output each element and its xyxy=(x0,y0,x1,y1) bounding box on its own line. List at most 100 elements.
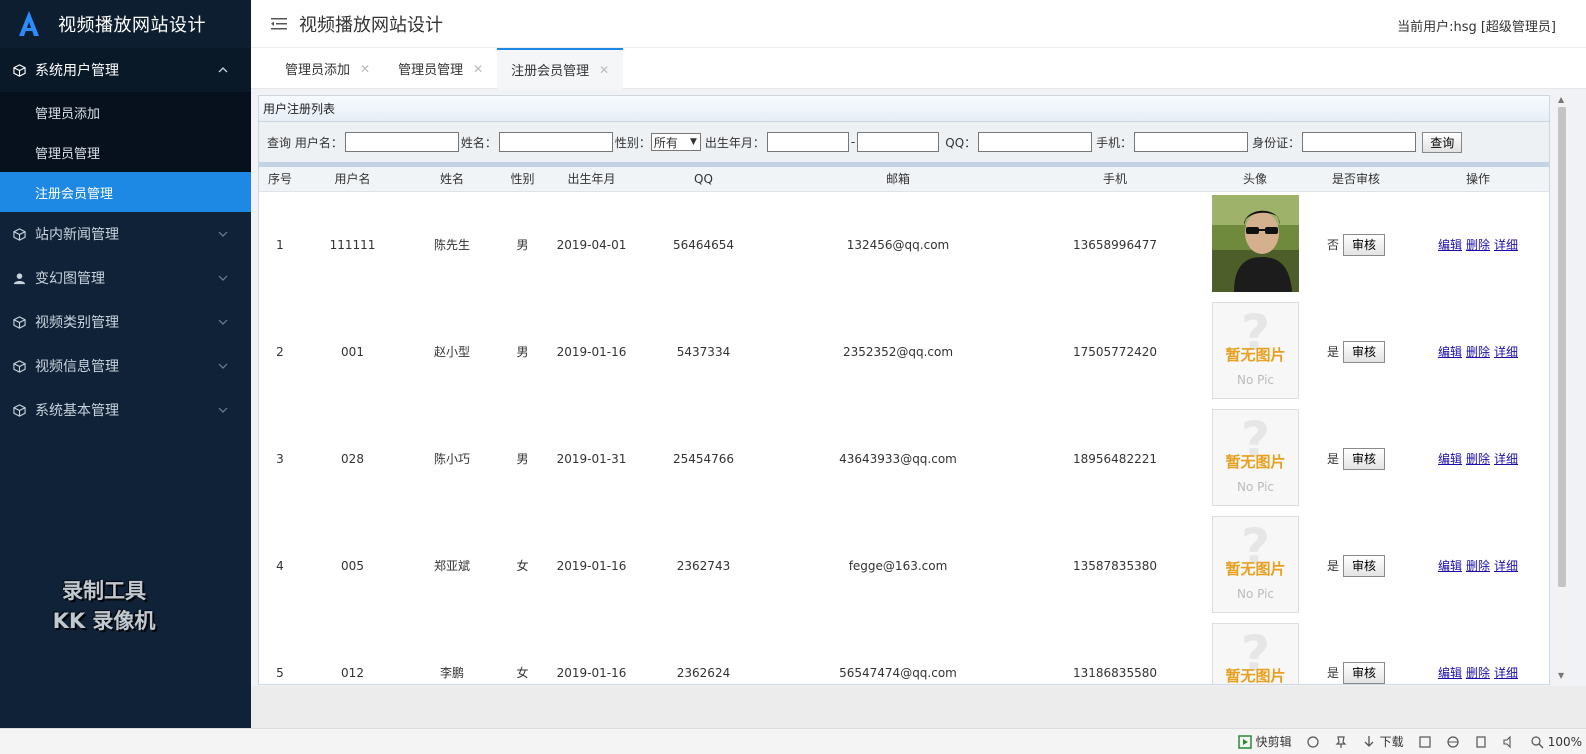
column-header: 操作 xyxy=(1405,167,1549,192)
cube-icon xyxy=(12,315,26,329)
clip-tool[interactable]: 快剪辑 xyxy=(1237,733,1292,750)
idcard-input[interactable] xyxy=(1302,132,1417,152)
approve-button[interactable]: 审核 xyxy=(1343,340,1386,363)
tab-1[interactable]: 管理员管理 ✕ xyxy=(384,48,497,89)
bookmark-icon[interactable] xyxy=(1418,735,1432,749)
approve-button[interactable]: 审核 xyxy=(1343,661,1386,684)
close-icon[interactable]: ✕ xyxy=(599,63,609,77)
no-picture-text: 暂无图片 xyxy=(1225,560,1285,578)
detail-link[interactable]: 详细 xyxy=(1494,559,1518,573)
birth-end-input[interactable] xyxy=(857,132,940,152)
name-input[interactable] xyxy=(498,132,613,152)
scroll-up-icon[interactable]: ▲ xyxy=(1558,95,1564,104)
menu-group: 系统用户管理 管理员添加 管理员管理 注册会员管理 xyxy=(0,48,251,212)
cell-phone: 17505772420 xyxy=(1073,344,1157,359)
sidebar: 视频播放网站设计 系统用户管理 管理员添加 管理员管理 注册会员管理 站内新闻管理 变幻图… xyxy=(0,0,251,728)
cell-avatar: ?暂无图片No Pic xyxy=(1203,512,1307,619)
zoom-level: 100% xyxy=(1547,734,1582,749)
no-picture-text: 暂无图片 xyxy=(1225,346,1285,364)
delete-link[interactable]: 删除 xyxy=(1466,666,1490,680)
search-button[interactable]: 查询 xyxy=(1422,131,1463,153)
approve-button[interactable]: 审核 xyxy=(1343,447,1386,470)
scrollbar-thumb[interactable] xyxy=(1558,107,1566,587)
cell-no: 3 xyxy=(276,451,284,466)
delete-link[interactable]: 删除 xyxy=(1466,345,1490,359)
cell-avatar: ?暂无图片No Pic xyxy=(1203,405,1307,512)
chevron-down-icon xyxy=(217,228,229,240)
browser-icon[interactable] xyxy=(1446,735,1460,749)
sidebar-item-0-0[interactable]: 管理员添加 xyxy=(0,92,251,132)
edit-link[interactable]: 编辑 xyxy=(1438,238,1462,252)
sidebar-item-0-2[interactable]: 注册会员管理 xyxy=(0,172,251,212)
table-body: 1 111111 陈先生男 2019-04-01 56464654 132456@qq.c… xyxy=(259,191,1549,685)
cell-gender: 男 xyxy=(516,345,529,359)
chevron-down-icon xyxy=(217,272,229,284)
refresh-icon[interactable] xyxy=(1306,735,1320,749)
detail-link[interactable]: 详细 xyxy=(1494,666,1518,680)
username-label: 用户名： xyxy=(294,135,343,150)
cube-icon xyxy=(12,359,26,373)
download-icon xyxy=(1364,735,1374,747)
zoom-icon xyxy=(1531,735,1544,748)
cell-no: 5 xyxy=(276,665,284,680)
delete-link[interactable]: 删除 xyxy=(1466,238,1490,252)
cell-username: 005 xyxy=(341,558,364,573)
no-picture-subtext: No Pic xyxy=(1236,587,1273,601)
idcard-label: 身份证： xyxy=(1252,135,1301,150)
window-icon[interactable] xyxy=(1474,735,1488,749)
tab-label: 注册会员管理 xyxy=(511,64,590,79)
column-header: 性别 xyxy=(500,167,545,192)
cell-birth: 2019-01-16 xyxy=(556,344,627,359)
sidebar-group-1[interactable]: 站内新闻管理 xyxy=(0,212,251,256)
qq-input[interactable] xyxy=(978,132,1093,152)
gender-select[interactable]: 所有 ▼ xyxy=(650,133,701,151)
pin-icon[interactable] xyxy=(1334,735,1348,749)
sidebar-item-0-1[interactable]: 管理员管理 xyxy=(0,132,251,172)
sidebar-group-3[interactable]: 视频类别管理 xyxy=(0,300,251,344)
edit-link[interactable]: 编辑 xyxy=(1438,452,1462,466)
phone-input[interactable] xyxy=(1134,132,1249,152)
scroll-down-icon[interactable]: ▼ xyxy=(1558,671,1564,680)
no-picture-text: 暂无图片 xyxy=(1225,667,1285,685)
approve-button[interactable]: 审核 xyxy=(1343,233,1386,256)
sidebar-group-2[interactable]: 变幻图管理 xyxy=(0,256,251,300)
cell-actions: 编辑 删除 详细 xyxy=(1405,405,1549,512)
detail-link[interactable]: 详细 xyxy=(1494,452,1518,466)
chevron-down-icon xyxy=(217,316,229,328)
close-icon[interactable]: ✕ xyxy=(473,62,483,76)
menu-group: 系统基本管理 xyxy=(0,388,251,432)
column-header: 姓名 xyxy=(404,167,500,192)
cell-avatar: ?暂无图片No Pic xyxy=(1203,298,1307,405)
close-icon[interactable]: ✕ xyxy=(360,62,370,76)
detail-link[interactable]: 详细 xyxy=(1494,345,1518,359)
menu-toggle-icon[interactable] xyxy=(271,17,287,31)
cell-no: 1 xyxy=(276,237,284,252)
delete-link[interactable]: 删除 xyxy=(1466,559,1490,573)
tab-0[interactable]: 管理员添加 ✕ xyxy=(271,48,384,89)
header-title: 视频播放网站设计 xyxy=(299,14,443,36)
sidebar-group-4[interactable]: 视频信息管理 xyxy=(0,344,251,388)
sidebar-group-0[interactable]: 系统用户管理 xyxy=(0,48,251,92)
download-tool[interactable]: 下载 xyxy=(1362,733,1404,750)
username-input[interactable] xyxy=(344,132,459,152)
sidebar-group-5[interactable]: 系统基本管理 xyxy=(0,388,251,432)
table-header: 序号 用户名 姓名 性别 出生年月 QQ 邮箱 手机 头像 是否审核 操作 xyxy=(259,167,1549,192)
gender-label: 性别： xyxy=(614,135,651,150)
vertical-scrollbar[interactable]: ▲ ▼ xyxy=(1556,95,1568,685)
delete-link[interactable]: 删除 xyxy=(1466,452,1490,466)
sidebar-group-label: 系统基本管理 xyxy=(35,403,119,419)
detail-link[interactable]: 详细 xyxy=(1494,238,1518,252)
volume-icon[interactable] xyxy=(1502,735,1516,749)
cell-username: 012 xyxy=(341,665,364,680)
edit-link[interactable]: 编辑 xyxy=(1438,666,1462,680)
approve-button[interactable]: 审核 xyxy=(1343,554,1386,577)
zoom-control[interactable]: 100% xyxy=(1530,735,1582,749)
current-user[interactable]: 当前用户:hsg [超级管理员] xyxy=(1397,16,1556,35)
edit-link[interactable]: 编辑 xyxy=(1438,345,1462,359)
browser-statusbar: 快剪辑 下载 100% xyxy=(0,728,1586,754)
birth-start-input[interactable] xyxy=(766,132,849,152)
tab-2[interactable]: 注册会员管理 ✕ xyxy=(497,48,624,89)
edit-link[interactable]: 编辑 xyxy=(1438,559,1462,573)
cell-qq: 5437334 xyxy=(676,344,731,359)
avatar-photo xyxy=(1211,194,1299,292)
